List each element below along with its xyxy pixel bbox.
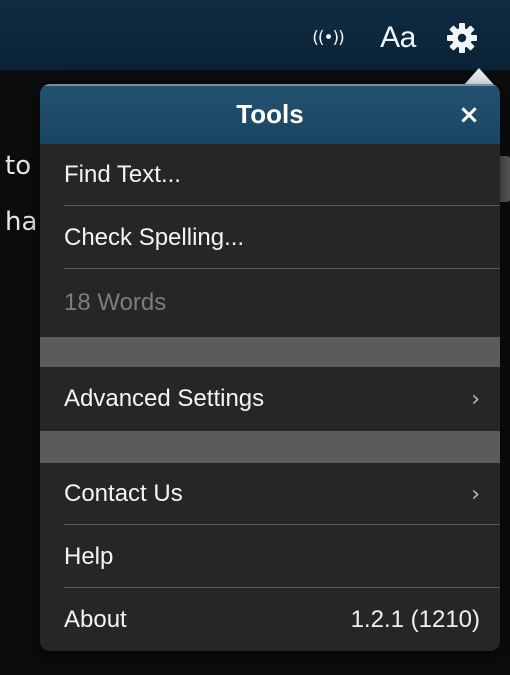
menu-item-check-spelling[interactable]: Check Spelling... [40,206,500,269]
chevron-right-icon: › [471,386,480,412]
section-separator [40,337,500,367]
chevron-right-icon: › [471,481,480,507]
menu-item-contact-us[interactable]: Contact Us › [40,463,500,525]
menu-item-label: Help [64,542,114,570]
font-size-button[interactable]: Aa [370,18,426,58]
tools-popover: Tools × Find Text... Check Spelling... 1… [40,84,500,651]
close-icon[interactable]: × [452,98,486,132]
document-text-line: ha [5,207,38,237]
menu-item-label: Contact Us [64,480,183,507]
gear-icon-graphic [447,23,477,53]
version-value: 1.2.1 (1210) [350,605,480,633]
menu-item-label: Check Spelling... [64,223,245,251]
popover-title: Tools [236,99,304,129]
top-toolbar: ((•)) Aa [0,0,510,71]
menu-item-find-text[interactable]: Find Text... [40,144,500,206]
menu-item-label: Find Text... [64,161,181,188]
menu-item-about[interactable]: About 1.2.1 (1210) [40,588,500,651]
menu-item-label: Advanced Settings [64,385,265,412]
document-text-line: to [5,151,32,181]
word-count-label: 18 Words [64,289,167,316]
word-count-item: 18 Words [40,269,500,337]
section-separator [40,431,500,463]
broadcast-icon[interactable]: ((•)) [302,22,354,54]
menu-item-label: About [64,605,127,633]
popover-header: Tools × [40,84,500,144]
gear-icon[interactable] [442,18,482,58]
menu-item-advanced-settings[interactable]: Advanced Settings › [40,367,500,431]
menu-item-help[interactable]: Help [40,525,500,588]
